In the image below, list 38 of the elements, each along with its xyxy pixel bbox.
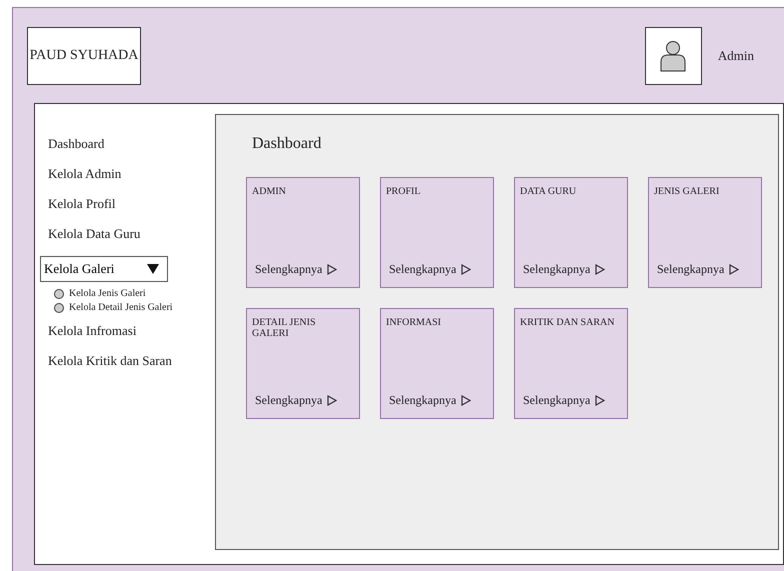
user-name: Admin bbox=[718, 48, 754, 64]
play-triangle-icon bbox=[327, 395, 338, 406]
play-triangle-icon bbox=[461, 264, 472, 275]
more-link[interactable]: Selengkapnya bbox=[654, 262, 756, 277]
card-title: JENIS GALERI bbox=[654, 186, 720, 197]
page-title: Dashboard bbox=[252, 135, 322, 153]
sidebar-item[interactable]: Kelola Infromasi bbox=[48, 323, 213, 339]
caret-icon bbox=[147, 264, 159, 274]
sidebar-dropdown[interactable]: Kelola Galeri bbox=[40, 256, 168, 282]
card-title: ADMIN bbox=[252, 186, 287, 197]
play-triangle-icon bbox=[461, 395, 472, 406]
play-triangle-icon bbox=[595, 395, 606, 406]
radio-button[interactable] bbox=[54, 302, 64, 312]
sidebar-item[interactable]: Kelola Admin bbox=[48, 166, 213, 182]
card-title: DATA GURU bbox=[520, 186, 578, 197]
logo: PAUD SYUHADA bbox=[27, 27, 141, 85]
sidebar-item[interactable]: Dashboard bbox=[48, 136, 213, 152]
more-link[interactable]: Selengkapnya bbox=[520, 393, 622, 408]
more-link[interactable]: Selengkapnya bbox=[252, 262, 354, 277]
play-triangle-icon bbox=[595, 264, 606, 275]
more-link[interactable]: Selengkapnya bbox=[520, 262, 622, 277]
sidebar-item[interactable]: Kelola Profil bbox=[48, 196, 213, 212]
radio-button[interactable] bbox=[54, 288, 64, 298]
more-link[interactable]: Selengkapnya bbox=[386, 393, 488, 408]
play-triangle-icon bbox=[327, 264, 338, 275]
more-link[interactable]: Selengkapnya bbox=[252, 393, 354, 408]
play-triangle-icon bbox=[729, 264, 740, 275]
avatar-box[interactable] bbox=[644, 27, 702, 85]
card-title: KRITIK DAN SARAN bbox=[520, 317, 616, 328]
submenu-item[interactable]: Kelola Detail Jenis Galeri bbox=[69, 302, 173, 313]
user-icon bbox=[660, 40, 686, 72]
sidebar-item[interactable]: Kelola Kritik dan Saran bbox=[48, 353, 213, 369]
submenu-item[interactable]: Kelola Jenis Galeri bbox=[69, 288, 146, 299]
sidebar-item[interactable]: Kelola Data Guru bbox=[48, 226, 213, 242]
more-link[interactable]: Selengkapnya bbox=[386, 262, 488, 277]
card-title: DETAIL JENIS GALERI bbox=[252, 317, 317, 339]
card-title: INFORMASI bbox=[386, 317, 442, 328]
card-title: PROFIL bbox=[386, 186, 422, 197]
